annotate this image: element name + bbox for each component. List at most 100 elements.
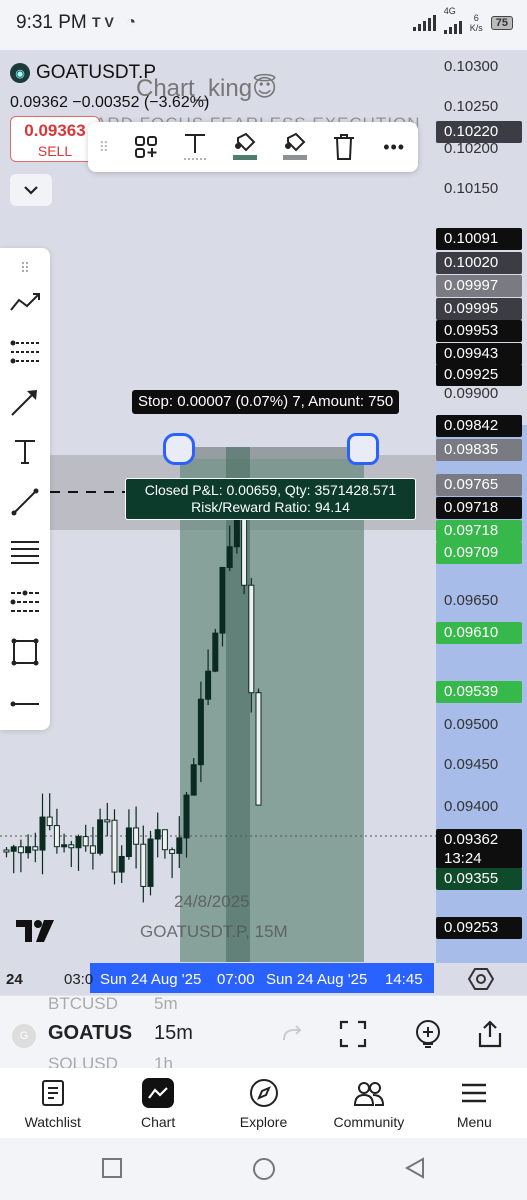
- back-icon[interactable]: [403, 1156, 429, 1182]
- nav-explore[interactable]: Explore: [211, 1068, 316, 1138]
- axis-label-5: 0.09900: [444, 385, 499, 402]
- candle-body: [140, 843, 147, 887]
- candle-body: [10, 846, 17, 852]
- time-range-mid: 07:00: [217, 971, 255, 988]
- battery-icon: 75: [490, 16, 513, 30]
- redo-icon[interactable]: [276, 1018, 308, 1050]
- candle-body: [125, 827, 132, 857]
- chevron-down-icon: [24, 186, 38, 195]
- fullscreen-icon[interactable]: [337, 1018, 369, 1050]
- sell-button[interactable]: 0.09363 SELL: [10, 116, 100, 162]
- price-tag: 0.09835: [436, 439, 522, 461]
- text-tool-icon[interactable]: [9, 436, 41, 468]
- candle-body: [226, 546, 233, 568]
- trend-line-tool-icon[interactable]: [9, 286, 41, 318]
- candle-body: [183, 794, 190, 839]
- symbol-name: GOATUSDT.P: [36, 62, 156, 83]
- drawing-tools-panel: ⠿: [0, 248, 50, 730]
- symbol-selector[interactable]: GOATUS: [48, 1022, 132, 1045]
- home-icon[interactable]: [251, 1156, 277, 1182]
- recent-apps-icon[interactable]: [100, 1156, 126, 1182]
- nav-community[interactable]: Community: [316, 1068, 421, 1138]
- price-tag: 0.09943: [436, 343, 522, 365]
- candle-body: [161, 829, 168, 851]
- chart-controls: BTCUSD 5m G GOATUS 15m SOLUSD 1h: [0, 994, 527, 1073]
- fib-retracement-tool-icon[interactable]: [9, 336, 41, 368]
- network-indicator: 4G: [443, 6, 462, 34]
- chart-settings-icon[interactable]: [467, 966, 495, 992]
- time-range-end-time: 14:45: [385, 971, 423, 988]
- speed-indicator: 6 K/s: [469, 13, 483, 33]
- candle-body: [17, 846, 24, 854]
- price-tag: 0.09610: [436, 622, 522, 644]
- axis-label-6: 0.09650: [444, 592, 499, 609]
- candle-body: [39, 816, 46, 851]
- arrow-tool-icon[interactable]: [9, 386, 41, 418]
- candle-body: [205, 670, 212, 700]
- axis-label-4: 0.10150: [444, 180, 499, 197]
- fill-color-icon[interactable]: [231, 131, 259, 163]
- stop-tooltip: Stop: 0.00007 (0.07%) 7, Amount: 750: [132, 390, 400, 414]
- candle-body: [248, 584, 255, 694]
- tradingview-icon: TV: [92, 14, 118, 30]
- current-price-tag: 0.09362 13:24: [436, 829, 522, 869]
- candle-body: [190, 764, 197, 796]
- position-left-handle[interactable]: [163, 433, 195, 465]
- price-tag: 0.09718: [436, 497, 522, 519]
- axis-label-7: 0.09500: [444, 716, 499, 733]
- candle-body: [61, 844, 68, 848]
- line-tool-icon[interactable]: [9, 486, 41, 518]
- candle-body: [104, 819, 111, 823]
- signal-icon: [412, 15, 436, 31]
- drag-handle-icon[interactable]: ⠿: [98, 131, 110, 163]
- tradingview-logo: [14, 916, 60, 951]
- chart-icon: [142, 1078, 175, 1108]
- ghost-tf-top: 5m: [154, 994, 178, 1013]
- price-tag: 0.09953: [436, 320, 522, 342]
- text-icon[interactable]: [182, 131, 210, 163]
- pitchfork-tool-icon[interactable]: [9, 536, 41, 568]
- status-time: 9:31 PM: [16, 12, 87, 33]
- system-nav-bar: [0, 1138, 527, 1200]
- status-bar: 9:31 PM TV ◔ 4G 6 K/s 75: [0, 0, 527, 50]
- price-tag: 0.09539: [436, 681, 522, 703]
- collapse-button[interactable]: [10, 174, 52, 206]
- candle-body: [154, 829, 161, 840]
- horizontal-line-tool-icon[interactable]: [9, 688, 41, 720]
- time-range-start: Sun 24 Aug '25: [100, 971, 202, 988]
- candle-body: [46, 816, 53, 827]
- add-alert-icon[interactable]: [412, 1018, 444, 1050]
- price-tag: 0.09995: [436, 298, 522, 320]
- price-tag: 0.09765: [436, 474, 522, 496]
- candle-body: [212, 632, 219, 672]
- sell-price: 0.09363: [24, 121, 86, 140]
- background-color-icon[interactable]: [281, 131, 309, 163]
- trash-icon[interactable]: [331, 131, 359, 163]
- price-tag: 0.09709: [436, 542, 522, 564]
- add-to-favorites-icon[interactable]: [132, 131, 160, 163]
- nav-watchlist[interactable]: Watchlist: [0, 1068, 105, 1138]
- price-tag: 0.10091: [436, 228, 522, 250]
- nav-chart[interactable]: Chart: [105, 1068, 210, 1138]
- price-tag: 0.10220: [436, 121, 522, 143]
- fib-channel-tool-icon[interactable]: [9, 586, 41, 618]
- candle-body: [147, 838, 154, 887]
- panel-drag-handle-icon[interactable]: ⠿: [9, 252, 41, 284]
- chart-area[interactable]: 0.10300 0.10250 0.10200 0.10150 0.09900 …: [0, 50, 527, 995]
- share-icon[interactable]: [474, 1018, 506, 1050]
- timeframe-selector[interactable]: 15m: [154, 1022, 193, 1045]
- more-icon[interactable]: •••: [380, 131, 408, 163]
- candle-body: [133, 827, 140, 845]
- symbol-header[interactable]: ◉ GOATUSDT.P: [10, 62, 156, 84]
- candle-body: [89, 845, 96, 854]
- candle-body: [219, 566, 226, 634]
- community-icon: [353, 1078, 385, 1108]
- whatsapp-icon: ◔: [126, 14, 141, 31]
- nav-menu[interactable]: Menu: [422, 1068, 527, 1138]
- position-right-handle[interactable]: [347, 433, 379, 465]
- candle-body: [68, 844, 75, 849]
- rectangle-tool-icon[interactable]: [9, 636, 41, 668]
- sell-label: SELL: [37, 143, 73, 159]
- candle-body: [82, 836, 89, 847]
- axis-label-2: 0.10250: [444, 98, 499, 115]
